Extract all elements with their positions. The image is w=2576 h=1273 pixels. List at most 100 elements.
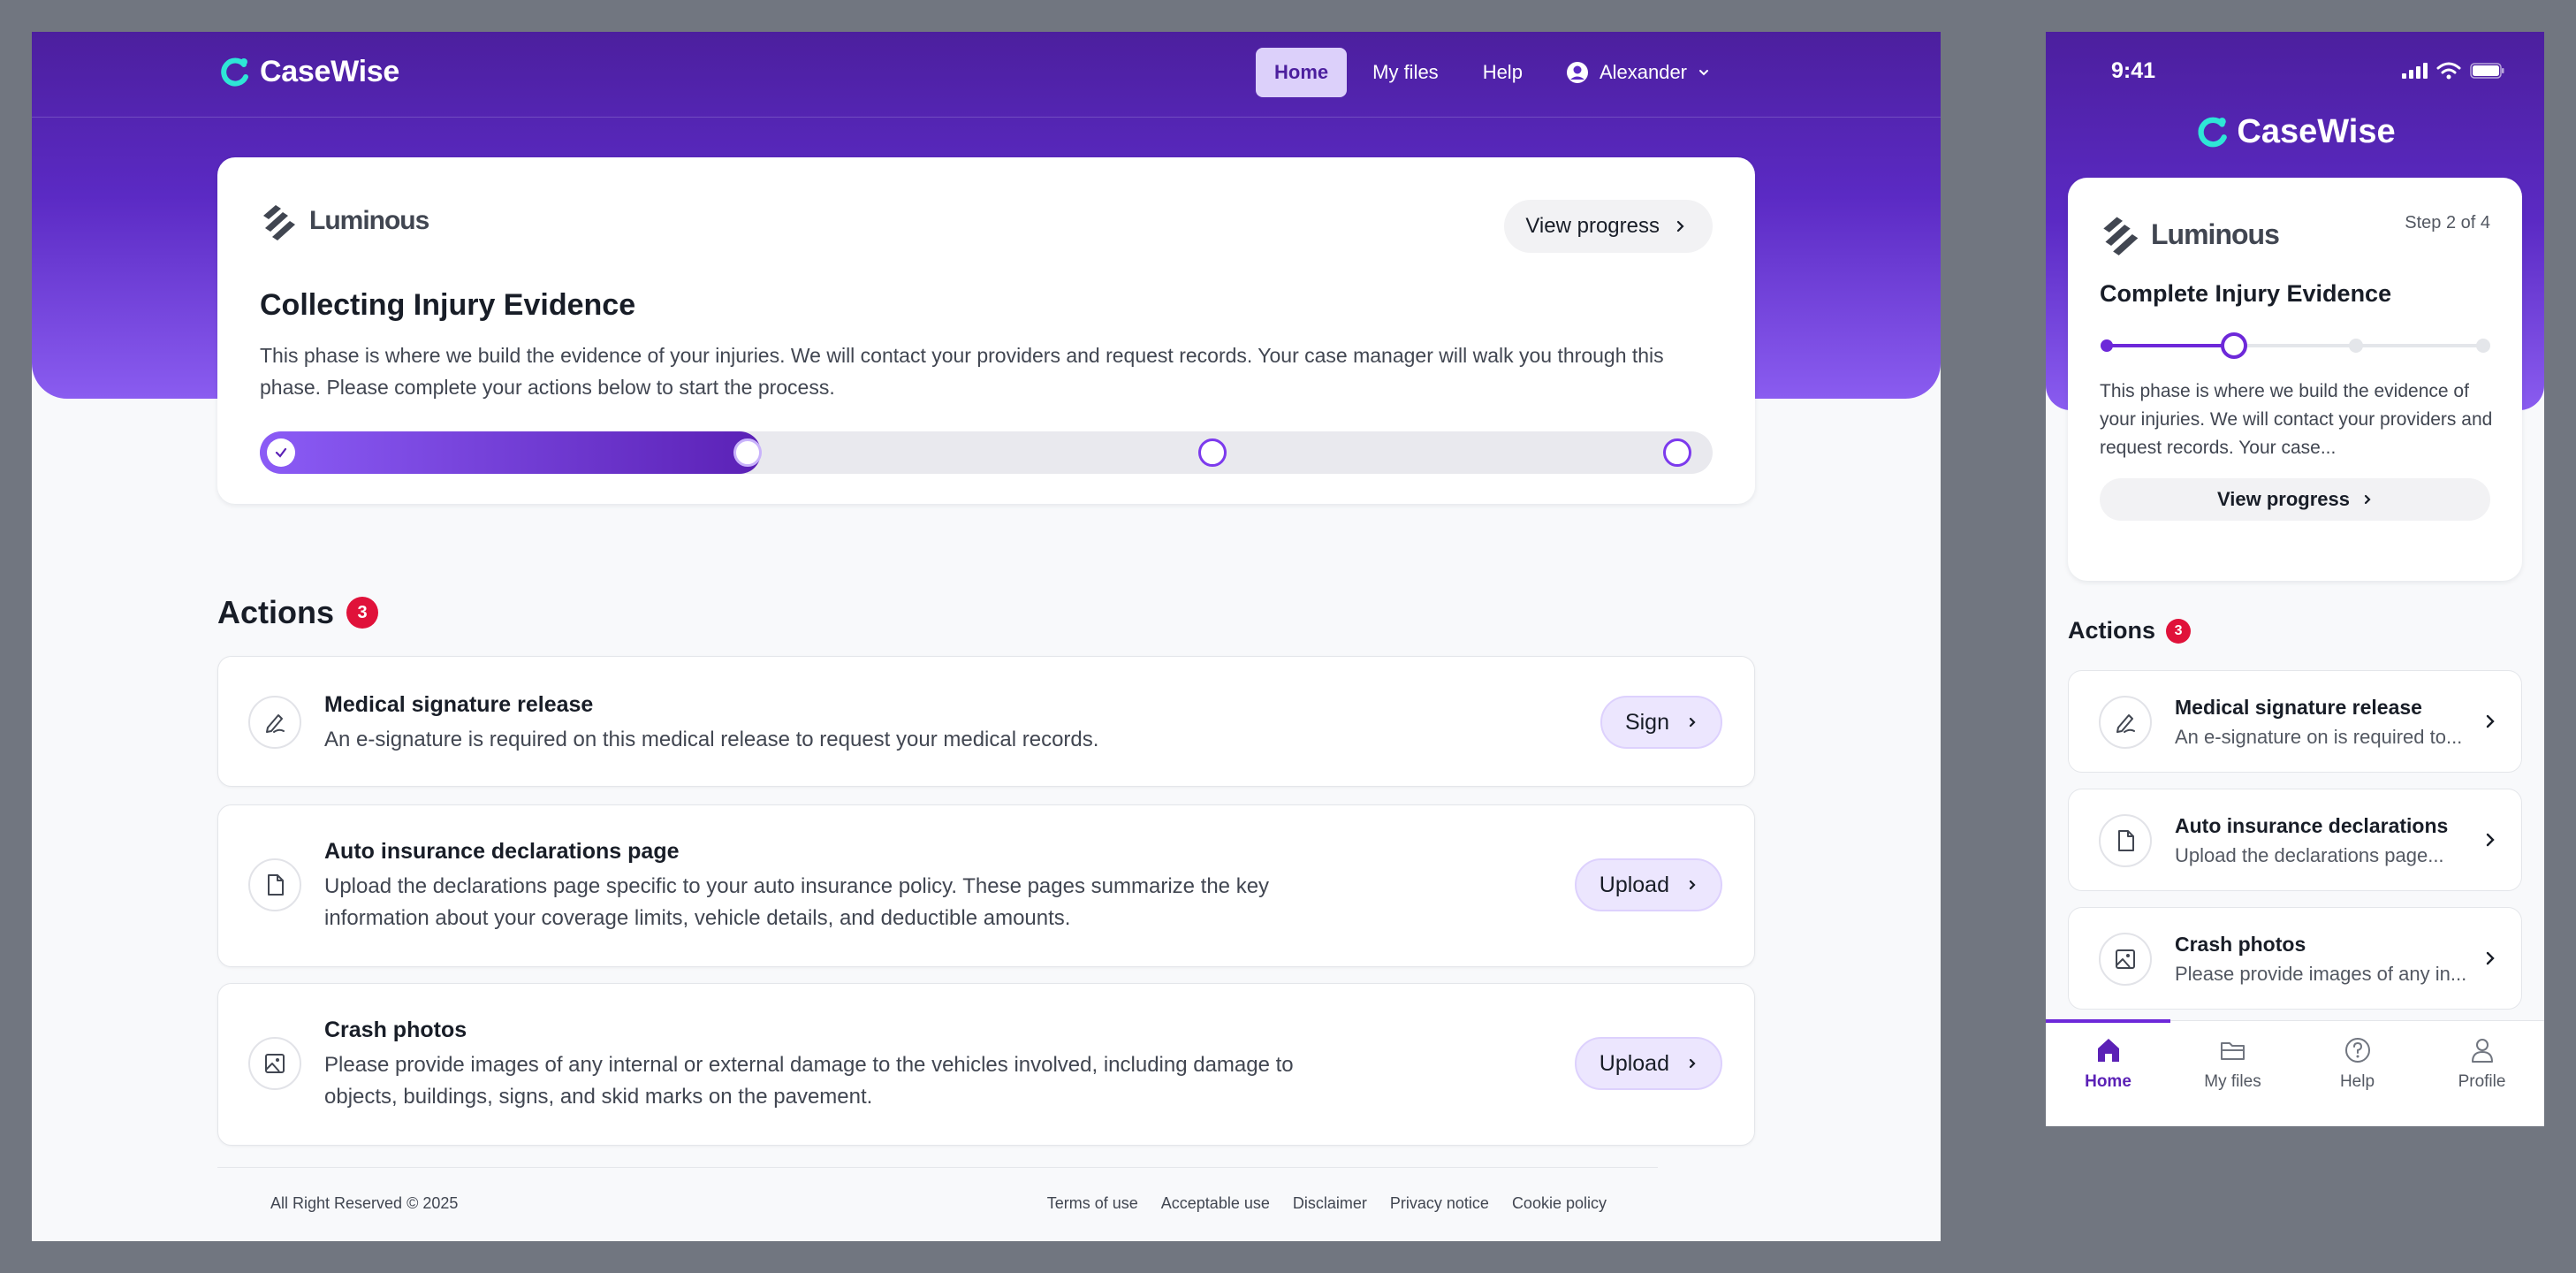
tab-label: Help <box>2339 1072 2375 1091</box>
action-card-signature[interactable]: Medical signature release An e-signature… <box>217 656 1755 787</box>
footer-link-privacy[interactable]: Privacy notice <box>1390 1194 1489 1213</box>
user-circle-icon <box>1566 62 1588 83</box>
user-icon <box>2471 1039 2493 1063</box>
nav-home[interactable]: Home <box>1256 48 1348 97</box>
mobile-action-insurance[interactable]: Auto insurance declarations Upload the d… <box>2068 789 2522 891</box>
chevron-right-icon <box>1689 1058 1696 1069</box>
action-description: Please provide images of any in... <box>2175 963 2467 985</box>
footer: All Right Reserved © 2025 Terms of use A… <box>217 1167 1658 1241</box>
partner-logo: Luminous <box>260 200 429 242</box>
chevron-right-icon <box>2486 833 2495 847</box>
upload-button[interactable]: Upload <box>1574 858 1722 911</box>
action-card-crash-photos[interactable]: Crash photos Please provide images of an… <box>217 983 1755 1146</box>
document-icon-svg <box>268 874 284 896</box>
casewise-logo-icon <box>221 57 248 87</box>
footer-link-disclaimer[interactable]: Disclaimer <box>1293 1194 1367 1213</box>
phase-title: Collecting Injury Evidence <box>260 288 636 322</box>
view-progress-label: View progress <box>2217 488 2350 510</box>
question-circle-icon <box>2344 1038 2370 1063</box>
action-description: An e-signature is required on this medic… <box>324 728 1099 751</box>
image-icon <box>2099 933 2152 986</box>
luminous-logo-icon <box>263 205 295 240</box>
view-progress-button[interactable]: View progress <box>2100 478 2490 521</box>
chevron-right-icon <box>2486 951 2495 965</box>
progress-fill <box>260 431 762 474</box>
mobile-brand-logo[interactable]: CaseWise <box>2046 113 2544 151</box>
action-title: Auto insurance declarations page <box>324 839 680 864</box>
battery-icon <box>2470 63 2504 79</box>
casewise-logo-icon <box>2198 117 2228 147</box>
chevron-right-icon <box>2364 494 2371 505</box>
view-progress-label: View progress <box>1525 214 1660 238</box>
status-time: 9:41 <box>2111 58 2156 83</box>
phase-title: Complete Injury Evidence <box>2100 280 2392 307</box>
brand-logo[interactable]: CaseWise <box>217 55 399 89</box>
mobile-action-signature[interactable]: Medical signature release An e-signature… <box>2068 670 2522 773</box>
action-description: Please provide images of any internal or… <box>324 1053 1294 1109</box>
partner-logo: Luminous <box>2100 211 2280 257</box>
footer-links: Terms of use Acceptable use Disclaimer P… <box>1047 1194 1607 1213</box>
tab-my-files[interactable]: My files <box>2170 1021 2295 1126</box>
footer-link-terms[interactable]: Terms of use <box>1047 1194 1138 1213</box>
upload-button-label: Upload <box>1599 1050 1669 1076</box>
footer-link-cookies[interactable]: Cookie policy <box>1512 1194 1607 1213</box>
actions-title: Actions <box>217 594 335 630</box>
top-navigation: CaseWise Home My files Help Alexander <box>32 32 1941 118</box>
home-icon <box>2097 1039 2119 1062</box>
status-icons <box>2401 62 2505 80</box>
phase-card: Luminous View progress Collecting Injury… <box>217 157 1755 504</box>
user-menu[interactable]: Alexander <box>1557 61 1719 84</box>
brand-name: CaseWise <box>2237 113 2396 150</box>
nav-help[interactable]: Help <box>1464 48 1541 97</box>
bottom-tab-bar: Home My files Help Profile <box>2046 1019 2544 1126</box>
tab-profile[interactable]: Profile <box>2420 1021 2544 1126</box>
tab-label: My files <box>2204 1072 2261 1091</box>
action-description: Upload the declarations page... <box>2175 844 2444 866</box>
actions-count-badge: 3 <box>346 597 379 629</box>
action-title: Auto insurance declarations <box>2175 814 2449 837</box>
action-description: Upload the declarations page specific to… <box>324 874 1270 930</box>
signal-icon <box>2402 63 2428 79</box>
tab-home[interactable]: Home <box>2046 1021 2170 1126</box>
image-icon-svg <box>265 1054 285 1073</box>
luminous-logo-icon <box>2103 217 2139 255</box>
actions-count-badge: 3 <box>2166 618 2192 644</box>
document-icon <box>2099 814 2152 867</box>
tab-help[interactable]: Help <box>2295 1021 2420 1126</box>
document-icon <box>248 858 301 911</box>
wifi-icon <box>2436 62 2461 80</box>
status-bar: 9:41 <box>2046 58 2544 85</box>
pen-icon <box>2099 696 2152 749</box>
sign-button[interactable]: Sign <box>1600 696 1722 749</box>
actions-header: Actions 3 <box>217 594 379 631</box>
action-title: Medical signature release <box>2175 696 2422 719</box>
mobile-action-crash-photos[interactable]: Crash photos Please provide images of an… <box>2068 907 2522 1010</box>
desktop-screen: CaseWise Home My files Help Alexander Lu… <box>32 32 1941 1241</box>
user-name: Alexander <box>1599 61 1688 83</box>
pen-icon-svg <box>2116 714 2135 733</box>
image-icon <box>248 1037 301 1090</box>
action-title: Medical signature release <box>324 692 594 717</box>
action-card-insurance[interactable]: Auto insurance declarations page Upload … <box>217 804 1755 967</box>
upload-button-label: Upload <box>1599 872 1669 897</box>
document-icon-svg <box>2118 830 2134 851</box>
action-title: Crash photos <box>2175 933 2306 956</box>
actions-title: Actions <box>2068 617 2156 644</box>
nav-my-files[interactable]: My files <box>1354 48 1457 97</box>
chevron-down-icon <box>1699 70 1709 76</box>
brand-name: CaseWise <box>260 55 399 88</box>
phase-description: This phase is where we build the evidenc… <box>260 344 1664 399</box>
upload-button[interactable]: Upload <box>1574 1037 1722 1090</box>
copyright: All Right Reserved © 2025 <box>270 1194 459 1212</box>
pen-icon-svg <box>266 714 285 733</box>
action-description: An e-signature on is required to... <box>2175 726 2463 748</box>
progress-step-final <box>1663 438 1691 467</box>
chevron-right-icon <box>1689 880 1696 890</box>
chevron-right-icon <box>1676 220 1684 232</box>
phase-description: This phase is where we build the evidenc… <box>2100 381 2493 458</box>
footer-link-acceptable-use[interactable]: Acceptable use <box>1161 1194 1270 1213</box>
view-progress-button[interactable]: View progress <box>1504 200 1713 253</box>
partner-name: Luminous <box>2151 217 2280 250</box>
progress-step-current <box>733 438 762 467</box>
progress-track <box>260 431 1713 474</box>
